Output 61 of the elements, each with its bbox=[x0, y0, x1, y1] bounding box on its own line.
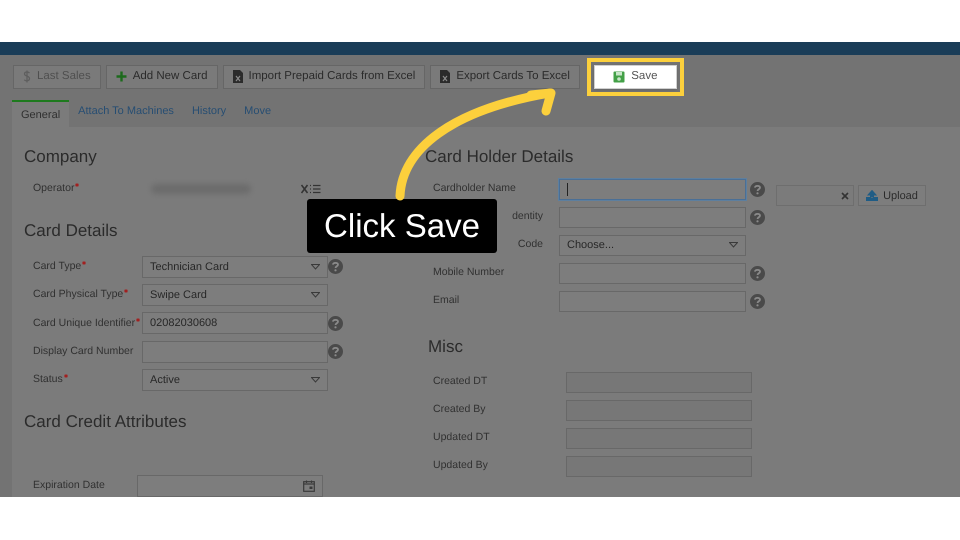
section-heading: Misc bbox=[428, 336, 464, 358]
field-label: Updated DT bbox=[433, 430, 490, 446]
help-icon bbox=[750, 266, 765, 281]
date-field[interactable] bbox=[137, 475, 323, 497]
callout-label: Click Save bbox=[307, 199, 497, 253]
tab[interactable]: Attach To Machines bbox=[69, 100, 183, 127]
input-field[interactable] bbox=[559, 178, 746, 200]
field-label: Created By bbox=[433, 402, 486, 418]
toolbar-button[interactable]: Add New Card bbox=[106, 64, 218, 89]
clear-list-icon[interactable] bbox=[301, 184, 321, 194]
field-label: Email bbox=[433, 293, 460, 308]
dropdown[interactable]: Technician Card bbox=[142, 256, 328, 278]
field-label: Card Physical Type bbox=[33, 287, 124, 302]
field-label: Display Card Number bbox=[33, 344, 134, 359]
clear-icon[interactable] bbox=[841, 192, 849, 200]
plus-icon bbox=[116, 71, 127, 82]
file-field[interactable] bbox=[776, 185, 854, 206]
upload-button[interactable]: Upload bbox=[858, 185, 926, 206]
dropdown[interactable]: Swipe Card bbox=[142, 284, 328, 306]
field-label: Created DT bbox=[433, 374, 488, 390]
help-icon bbox=[328, 259, 343, 274]
field-label: Updated By bbox=[433, 458, 488, 474]
dropdown-caret-icon bbox=[311, 292, 320, 298]
tab[interactable]: Move bbox=[235, 100, 280, 127]
field-label: Cardholder Name bbox=[433, 181, 516, 196]
text-cursor bbox=[567, 182, 568, 196]
section-heading: Card Holder Details bbox=[425, 146, 574, 168]
section-heading: Company bbox=[24, 146, 97, 168]
field-label: Expiration Date bbox=[33, 478, 105, 494]
input-field[interactable] bbox=[142, 340, 328, 363]
upload-icon bbox=[866, 190, 878, 202]
dropdown-caret-icon bbox=[311, 264, 320, 270]
dropdown-caret-icon bbox=[729, 242, 738, 248]
field-label: Card Type bbox=[33, 258, 82, 274]
toolbar-button[interactable]: Save bbox=[594, 64, 677, 89]
field-label: dentity bbox=[512, 209, 543, 224]
tab[interactable]: General bbox=[12, 100, 70, 127]
help-icon bbox=[328, 344, 343, 360]
field-label: Mobile Number bbox=[433, 265, 504, 280]
field-label: Status bbox=[33, 372, 63, 388]
tab[interactable]: History bbox=[182, 100, 236, 127]
toolbar-button[interactable]: Import Prepaid Cards from Excel bbox=[222, 64, 426, 89]
dropdown[interactable]: Choose... bbox=[559, 234, 746, 256]
help-icon bbox=[750, 182, 765, 197]
help-icon bbox=[750, 210, 765, 225]
input-field[interactable]: 02082030608 bbox=[142, 312, 328, 334]
help-icon bbox=[328, 316, 343, 331]
toolbar-button[interactable]: Export Cards To Excel bbox=[430, 64, 580, 89]
section-heading: Card Credit Attributes bbox=[24, 411, 187, 433]
dropdown[interactable]: Active bbox=[142, 369, 328, 391]
save-icon bbox=[613, 70, 626, 83]
dropdown-caret-icon bbox=[311, 377, 320, 383]
spreadsheet-file-icon bbox=[440, 70, 450, 84]
dollar-icon bbox=[23, 70, 31, 84]
spreadsheet-file-icon bbox=[232, 70, 242, 84]
section-heading: Card Details bbox=[24, 220, 118, 242]
help-icon bbox=[750, 294, 765, 309]
field-label: Code bbox=[518, 237, 543, 252]
field-label: Operator bbox=[33, 180, 74, 196]
calendar-icon[interactable] bbox=[303, 480, 315, 492]
field-label: Card Unique Identifier bbox=[33, 316, 136, 331]
